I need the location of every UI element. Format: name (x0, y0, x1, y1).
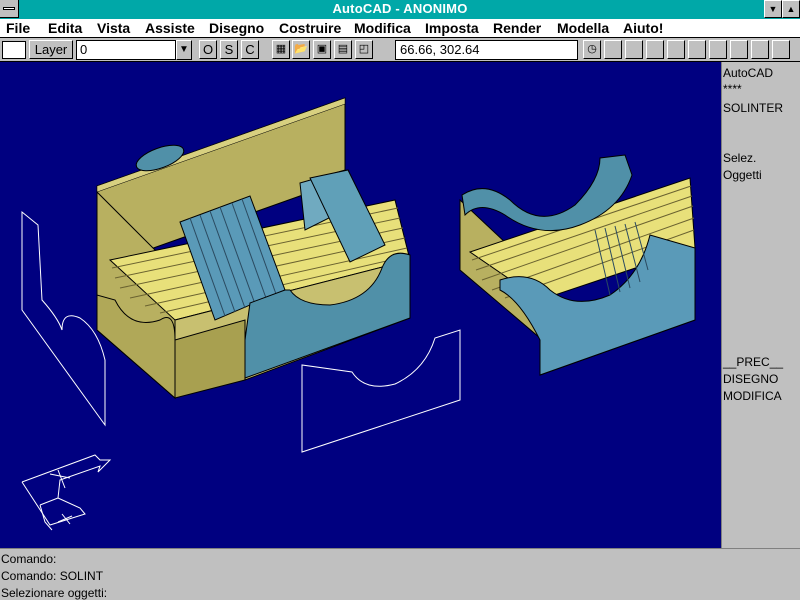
title-bar: AutoCAD - ANONIMO ▼ ▲ (0, 0, 800, 19)
side-menu-selez[interactable]: Selez. (723, 151, 756, 165)
menu-disegno[interactable]: Disegno (209, 20, 264, 36)
toolbar-slot-7[interactable] (730, 40, 748, 59)
minimize-icon[interactable]: ▼ (764, 0, 782, 18)
menu-assiste[interactable]: Assiste (145, 20, 195, 36)
menu-costruire[interactable]: Costruire (279, 20, 341, 36)
zoom-icon[interactable]: ◰ (355, 40, 373, 59)
command-line-2: Comando: SOLINT (1, 569, 104, 583)
side-menu-prec[interactable]: __PREC__ (723, 355, 783, 369)
toolbar-slot-3[interactable] (646, 40, 664, 59)
wireframe-profile-left (21, 210, 106, 427)
clock-icon[interactable]: ◷ (583, 40, 601, 59)
command-line-1: Comando: (1, 552, 57, 566)
color-swatch[interactable] (2, 41, 26, 59)
print-icon[interactable]: ▤ (334, 40, 352, 59)
drawing-viewport (21, 97, 696, 531)
menu-bar: File Edita Vista Assiste Disegno Costrui… (0, 19, 800, 38)
toolbar-slot-5[interactable] (688, 40, 706, 59)
side-menu-solinter[interactable]: SOLINTER (723, 101, 783, 115)
layer-field[interactable]: 0 (76, 40, 176, 60)
open-icon[interactable]: 📂 (292, 40, 310, 59)
side-menu-disegno[interactable]: DISEGNO (723, 372, 778, 386)
toolbar-slot-2[interactable] (625, 40, 643, 59)
grid-icon[interactable]: ▦ (272, 40, 290, 59)
osnap-c-button[interactable]: C (241, 40, 259, 59)
toolbar-slot-4[interactable] (667, 40, 685, 59)
screen-side-menu: AutoCAD **** SOLINTER Selez. Oggetti __P… (721, 62, 800, 548)
dropdown-arrow-icon[interactable]: ▼ (176, 40, 192, 60)
side-menu-modifica[interactable]: MODIFICA (723, 389, 782, 403)
menu-file[interactable]: File (6, 20, 30, 36)
side-menu-stars[interactable]: **** (723, 82, 742, 96)
menu-edita[interactable]: Edita (48, 20, 82, 36)
coordinate-readout: 66.66, 302.64 (395, 40, 578, 60)
menu-render[interactable]: Render (493, 20, 541, 36)
toolbar-slot-8[interactable] (751, 40, 769, 59)
menu-modifica[interactable]: Modifica (354, 20, 411, 36)
drawing-canvas[interactable] (0, 62, 721, 548)
toolbar-slot-9[interactable] (772, 40, 790, 59)
maximize-icon[interactable]: ▲ (782, 0, 800, 18)
menu-imposta[interactable]: Imposta (425, 20, 479, 36)
command-prompt[interactable]: Selezionare oggetti: (1, 586, 107, 600)
side-menu-title[interactable]: AutoCAD (723, 66, 773, 80)
side-menu-oggetti[interactable]: Oggetti (723, 168, 762, 182)
osnap-s-button[interactable]: S (220, 40, 238, 59)
menu-modella[interactable]: Modella (557, 20, 609, 36)
window-title: AutoCAD - ANONIMO (332, 1, 468, 16)
toolbar: Layer 0 ▼ O S C ▦ 📂 ▣ ▤ ◰ 66.66, 302.64 … (0, 38, 800, 62)
menu-vista[interactable]: Vista (97, 20, 130, 36)
toolbar-slot-6[interactable] (709, 40, 727, 59)
osnap-o-button[interactable]: O (199, 40, 217, 59)
ucs-icon (21, 454, 112, 531)
menu-aiuto[interactable]: Aiuto! (623, 20, 663, 36)
save-icon[interactable]: ▣ (313, 40, 331, 59)
command-line-area[interactable]: Comando: Comando: SOLINT Selezionare ogg… (0, 548, 800, 600)
layer-button[interactable]: Layer (29, 40, 73, 59)
toolbar-slot-1[interactable] (604, 40, 622, 59)
